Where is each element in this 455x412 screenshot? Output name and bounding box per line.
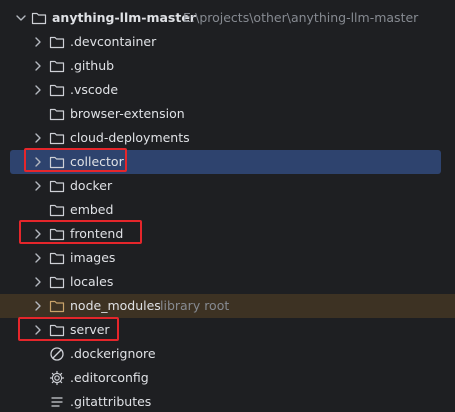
folder-icon: [49, 180, 65, 193]
tree-item-cloud-deployments[interactable]: cloud-deployments: [0, 126, 455, 150]
gear-icon: [49, 370, 65, 386]
tree-item-locales[interactable]: locales: [0, 270, 455, 294]
tree-item-label: .github: [70, 58, 115, 73]
folder-icon: [31, 12, 47, 25]
folder-icon: [49, 252, 65, 265]
chevron-right-icon[interactable]: [31, 274, 45, 290]
highlight-box-collector: [24, 148, 127, 172]
tree-item-dot-dockerignore[interactable]: .dockerignore: [0, 342, 455, 366]
folder-icon: [49, 60, 65, 73]
tree-item-label: images: [70, 250, 116, 265]
tree-item-dot-github[interactable]: .github: [0, 54, 455, 78]
tree-item-dot-vscode[interactable]: .vscode: [0, 78, 455, 102]
highlight-box-server: [18, 317, 119, 341]
project-path: E:\projects\other\anything-llm-master: [183, 10, 419, 25]
library-root-hint: library root: [160, 298, 230, 313]
tree-item-label: browser-extension: [70, 106, 185, 121]
tree-item-node-modules[interactable]: node_modules library root: [0, 294, 455, 318]
chevron-right-icon[interactable]: [31, 130, 45, 146]
tree-item-label: .dockerignore: [70, 346, 156, 361]
folder-icon: [49, 276, 65, 289]
ignore-file-icon: [50, 347, 64, 361]
tree-item-label: node_modules: [70, 298, 161, 313]
project-name: anything-llm-master: [52, 10, 196, 25]
tree-item-embed[interactable]: embed: [0, 198, 455, 222]
highlight-box-frontend: [19, 220, 142, 244]
chevron-right-icon[interactable]: [31, 298, 45, 314]
tree-item-dot-gitattributes[interactable]: .gitattributes: [0, 390, 455, 412]
tree-item-label: .vscode: [70, 82, 119, 97]
chevron-right-icon[interactable]: [31, 82, 45, 98]
chevron-right-icon[interactable]: [31, 58, 45, 74]
chevron-right-icon[interactable]: [31, 178, 45, 194]
tree-item-dot-devcontainer[interactable]: .devcontainer: [0, 30, 455, 54]
folder-icon: [49, 108, 65, 121]
chevron-right-icon[interactable]: [31, 250, 45, 266]
folder-icon: [49, 204, 65, 217]
tree-item-label: embed: [70, 202, 114, 217]
chevron-right-icon[interactable]: [31, 34, 45, 50]
tree-item-label: cloud-deployments: [70, 130, 190, 145]
folder-icon: [49, 300, 65, 313]
tree-item-label: .devcontainer: [70, 34, 157, 49]
folder-icon: [49, 84, 65, 97]
tree-item-label: docker: [70, 178, 113, 193]
tree-item-browser-extension[interactable]: browser-extension: [0, 102, 455, 126]
tree-item-images[interactable]: images: [0, 246, 455, 270]
tree-item-label: .gitattributes: [70, 394, 152, 409]
chevron-down-icon[interactable]: [14, 10, 28, 26]
tree-item-label: .editorconfig: [70, 370, 149, 385]
tree-item-docker[interactable]: docker: [0, 174, 455, 198]
tree-item-dot-editorconfig[interactable]: .editorconfig: [0, 366, 455, 390]
project-tree: anything-llm-master E:\projects\other\an…: [0, 0, 455, 412]
tree-item-label: locales: [70, 274, 114, 289]
tree-row-root[interactable]: anything-llm-master E:\projects\other\an…: [0, 6, 455, 30]
folder-icon: [49, 132, 65, 145]
text-file-icon: [51, 397, 63, 407]
folder-icon: [49, 36, 65, 49]
